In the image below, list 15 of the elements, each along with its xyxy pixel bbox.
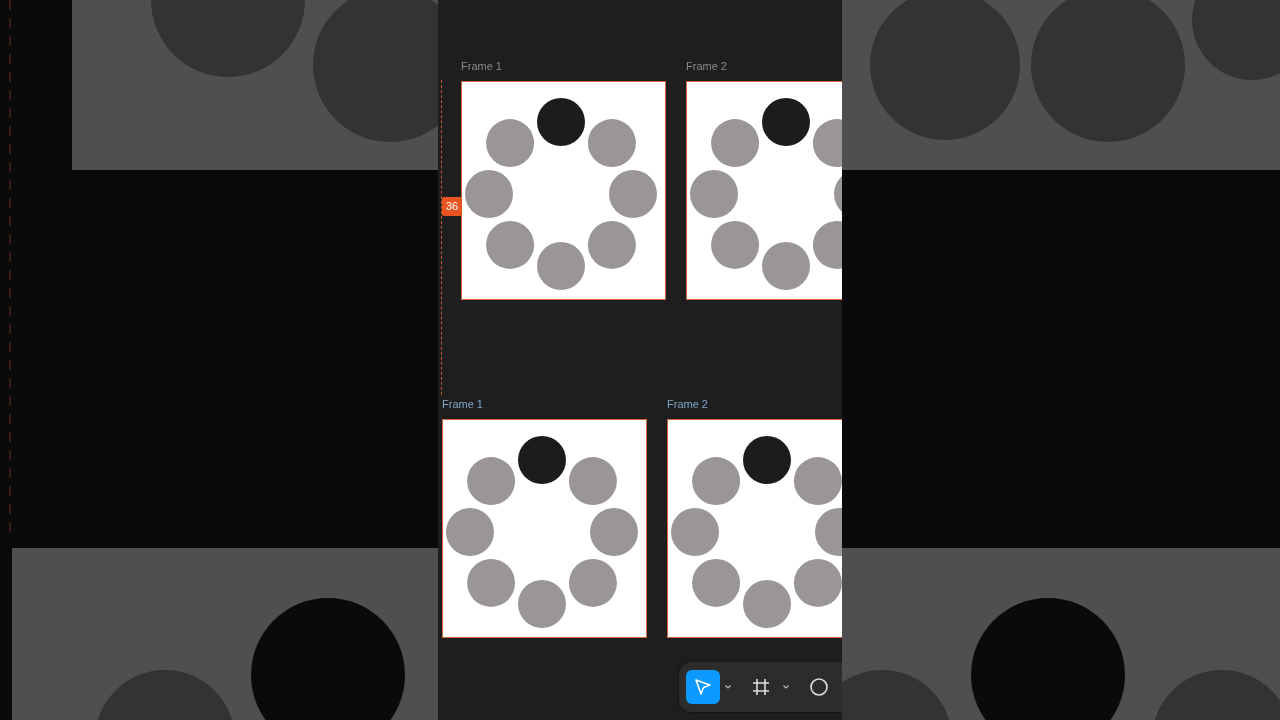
frame-label[interactable]: Frame 1 bbox=[461, 59, 502, 73]
move-tool-button[interactable] bbox=[686, 670, 720, 704]
frame[interactable] bbox=[461, 81, 666, 300]
frame-label[interactable]: Frame 1 bbox=[442, 397, 483, 411]
cursor-icon bbox=[693, 677, 713, 697]
frame-label[interactable]: Frame 2 bbox=[686, 59, 727, 73]
measure-badge: 36 bbox=[442, 197, 463, 216]
caret-icon[interactable] bbox=[724, 684, 732, 690]
frame-label[interactable]: Frame 2 bbox=[667, 397, 708, 411]
caret-icon[interactable] bbox=[782, 684, 790, 690]
frame[interactable] bbox=[686, 81, 842, 300]
frame[interactable] bbox=[442, 419, 647, 638]
circle-icon bbox=[809, 677, 829, 697]
frame[interactable] bbox=[667, 419, 842, 638]
frame-icon bbox=[751, 677, 771, 697]
